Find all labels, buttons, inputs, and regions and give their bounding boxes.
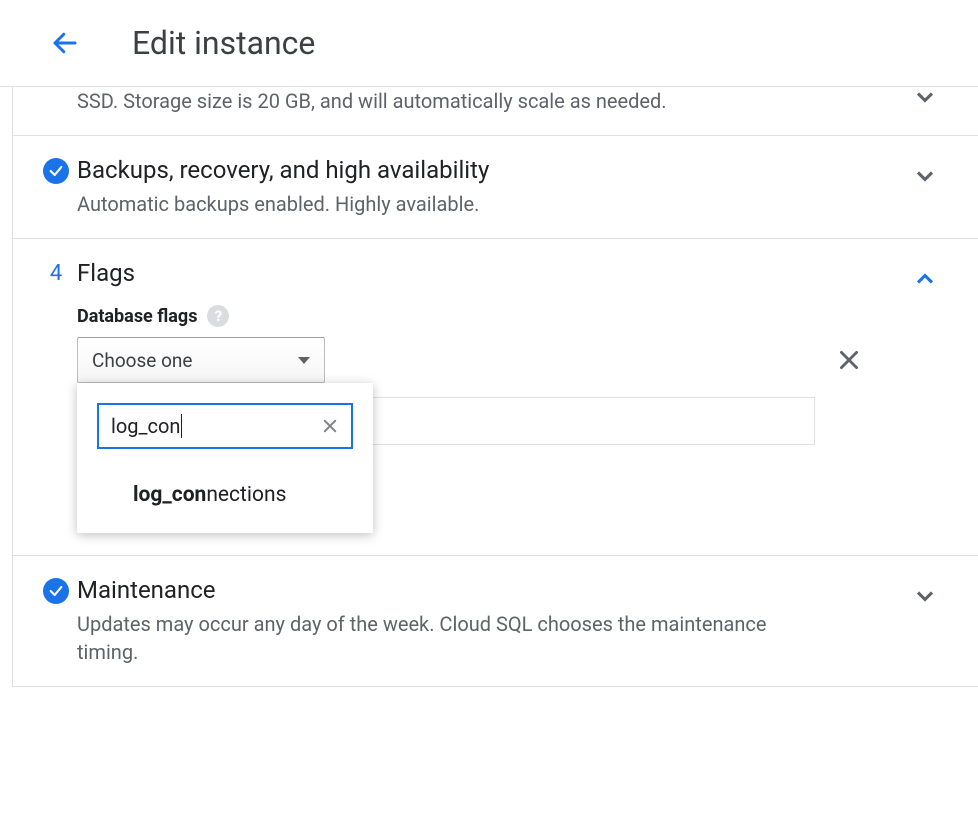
- suggestion-item[interactable]: log_connections: [97, 483, 353, 507]
- dropdown-placeholder: Choose one: [92, 349, 193, 372]
- flag-autocomplete-popup: log_con log_connections: [77, 383, 373, 533]
- storage-desc: SSD. Storage size is 20 GB, and will aut…: [77, 87, 777, 115]
- section-backups[interactable]: Backups, recovery, and high availability…: [13, 136, 978, 239]
- remove-flag-icon[interactable]: [836, 347, 906, 373]
- section-maintenance[interactable]: Maintenance Updates may occur any day of…: [13, 556, 978, 687]
- caret-down-icon: [298, 357, 310, 364]
- check-icon: [43, 578, 69, 604]
- backups-title: Backups, recovery, and high availability: [77, 156, 906, 184]
- maintenance-desc: Updates may occur any day of the week. C…: [77, 610, 777, 666]
- step-number: 4: [50, 261, 62, 286]
- backups-desc: Automatic backups enabled. Highly availa…: [77, 190, 777, 218]
- help-icon[interactable]: ?: [207, 305, 229, 327]
- chevron-down-icon[interactable]: [906, 156, 944, 190]
- back-arrow-icon[interactable]: [50, 28, 80, 58]
- page-header: Edit instance: [0, 0, 978, 87]
- maintenance-title: Maintenance: [77, 576, 906, 604]
- flags-title: Flags: [77, 259, 906, 287]
- chevron-down-icon[interactable]: [906, 576, 944, 610]
- suggestion-match: log_con: [133, 483, 206, 507]
- suggestion-rest: nections: [206, 483, 286, 507]
- section-storage[interactable]: SSD. Storage size is 20 GB, and will aut…: [13, 87, 978, 136]
- page-title: Edit instance: [132, 24, 315, 62]
- clear-search-icon[interactable]: [321, 417, 339, 435]
- section-flags: 4 Flags Database flags ? Choose one: [13, 239, 978, 556]
- database-flags-label: Database flags: [77, 306, 197, 327]
- chevron-down-icon[interactable]: [906, 77, 944, 111]
- chevron-up-icon[interactable]: [906, 259, 944, 293]
- search-value: log_con: [111, 414, 180, 438]
- flag-search-input[interactable]: log_con: [97, 403, 353, 449]
- check-icon: [43, 158, 69, 184]
- text-cursor: [181, 414, 182, 438]
- flag-dropdown[interactable]: Choose one: [77, 337, 325, 383]
